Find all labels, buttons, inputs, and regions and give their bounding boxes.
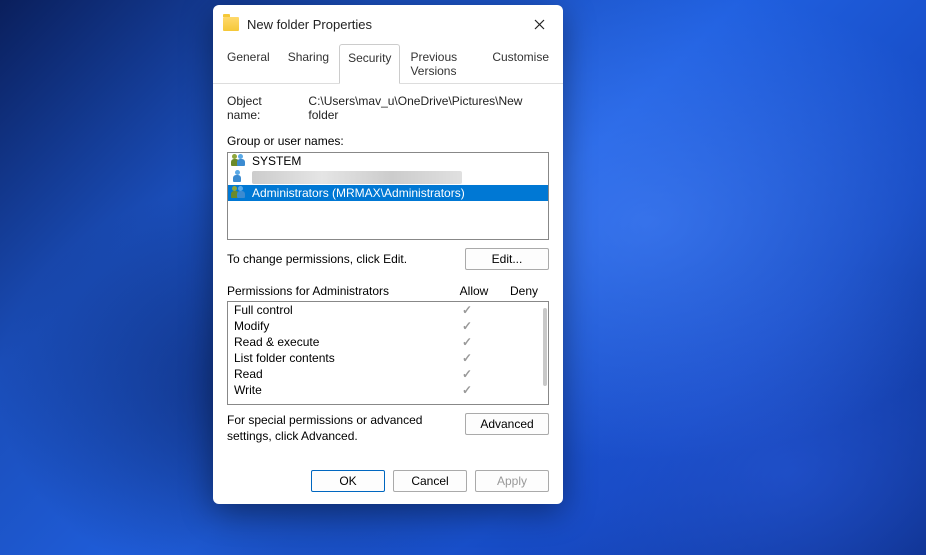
tab-sharing[interactable]: Sharing <box>280 44 337 84</box>
perm-row: Read & execute✓ <box>228 334 548 350</box>
security-panel: Object name: C:\Users\mav_u\OneDrive\Pic… <box>213 84 563 458</box>
edit-hint-row: To change permissions, click Edit. Edit.… <box>227 248 549 270</box>
user-name: Administrators (MRMAX\Administrators) <box>252 186 465 200</box>
check-icon: ✓ <box>442 319 492 333</box>
tabs: General Sharing Security Previous Versio… <box>213 43 563 84</box>
close-icon <box>534 19 545 30</box>
properties-dialog: New folder Properties General Sharing Se… <box>213 5 563 504</box>
perm-row: Modify✓ <box>228 318 548 334</box>
tab-security[interactable]: Security <box>339 44 400 84</box>
advanced-hint: For special permissions or advanced sett… <box>227 413 455 444</box>
dialog-title: New folder Properties <box>247 17 372 32</box>
check-icon: ✓ <box>442 335 492 349</box>
tab-customise[interactable]: Customise <box>484 44 557 84</box>
users-listbox[interactable]: SYSTEM Administrators (MRMAX\Administrat… <box>227 152 549 240</box>
user-name-redacted <box>252 171 462 184</box>
cancel-button[interactable]: Cancel <box>393 470 467 492</box>
edit-hint: To change permissions, click Edit. <box>227 252 465 266</box>
user-row-system[interactable]: SYSTEM <box>228 153 548 169</box>
perm-row: Write✓ <box>228 382 548 398</box>
user-row-administrators[interactable]: Administrators (MRMAX\Administrators) <box>228 185 548 201</box>
folder-icon <box>223 17 239 31</box>
check-icon: ✓ <box>442 351 492 365</box>
ok-button[interactable]: OK <box>311 470 385 492</box>
object-name-row: Object name: C:\Users\mav_u\OneDrive\Pic… <box>227 94 549 122</box>
allow-col-header: Allow <box>449 284 499 298</box>
check-icon: ✓ <box>442 303 492 317</box>
object-name-value: C:\Users\mav_u\OneDrive\Pictures\New fol… <box>308 94 549 122</box>
user-row-redacted[interactable] <box>228 169 548 185</box>
user-icon <box>232 170 248 184</box>
user-name: SYSTEM <box>252 154 301 168</box>
perm-row: List folder contents✓ <box>228 350 548 366</box>
users-icon <box>232 186 248 200</box>
scrollbar-thumb[interactable] <box>543 308 547 386</box>
titlebar: New folder Properties <box>213 5 563 43</box>
close-button[interactable] <box>525 10 553 38</box>
check-icon: ✓ <box>442 383 492 397</box>
permissions-label: Permissions for Administrators <box>227 284 449 298</box>
tab-general[interactable]: General <box>219 44 278 84</box>
advanced-button[interactable]: Advanced <box>465 413 549 435</box>
dialog-footer: OK Cancel Apply <box>213 458 563 504</box>
permissions-listbox[interactable]: Full control✓ Modify✓ Read & execute✓ Li… <box>227 301 549 405</box>
permissions-header: Permissions for Administrators Allow Den… <box>227 284 549 298</box>
advanced-row: For special permissions or advanced sett… <box>227 413 549 444</box>
object-name-label: Object name: <box>227 94 296 122</box>
edit-button[interactable]: Edit... <box>465 248 549 270</box>
users-icon <box>232 154 248 168</box>
perm-row: Read✓ <box>228 366 548 382</box>
apply-button[interactable]: Apply <box>475 470 549 492</box>
deny-col-header: Deny <box>499 284 549 298</box>
perm-row: Full control✓ <box>228 302 548 318</box>
tab-previous-versions[interactable]: Previous Versions <box>402 44 482 84</box>
group-users-label: Group or user names: <box>227 134 549 148</box>
check-icon: ✓ <box>442 367 492 381</box>
